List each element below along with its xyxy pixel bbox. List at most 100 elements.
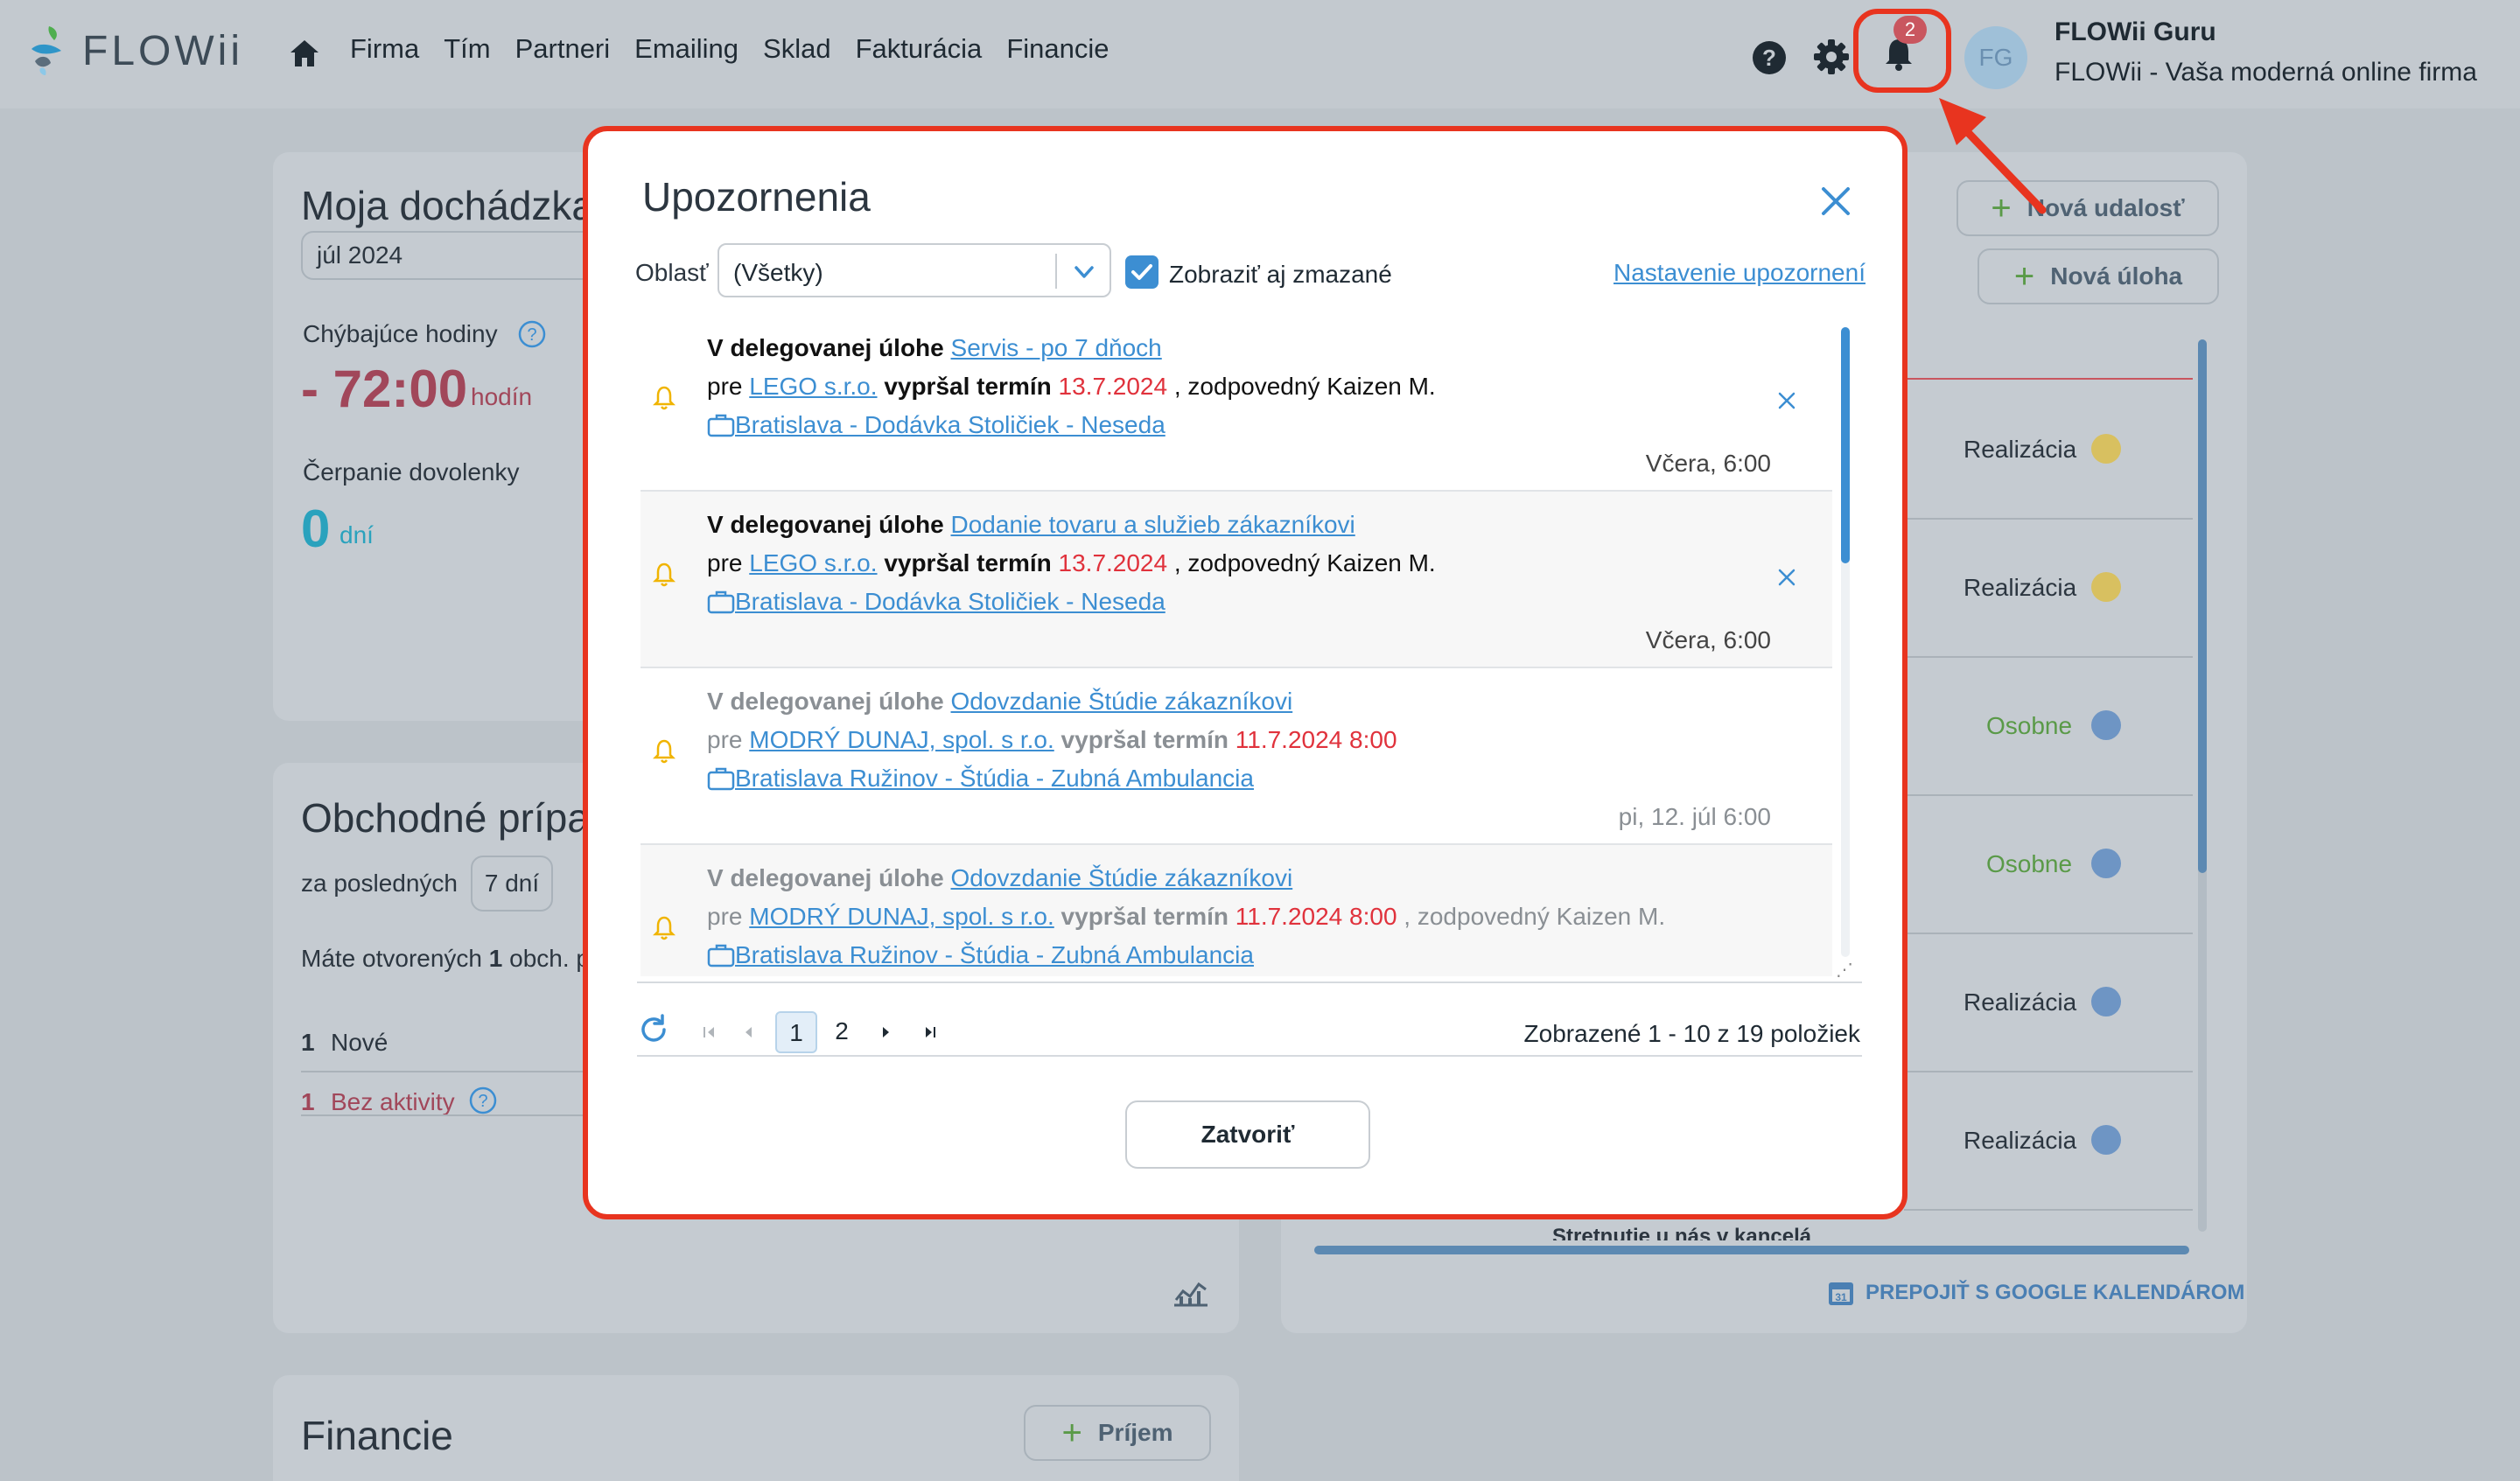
project-link[interactable]: Bratislava Ružinov - Štúdia - Zubná Ambu… — [735, 765, 1254, 793]
next-page-icon[interactable] — [880, 1023, 892, 1045]
notification-detail: pre MODRÝ DUNAJ, spol. s r.o. vypršal te… — [707, 726, 1397, 753]
notifications-scroll-thumb[interactable] — [1841, 327, 1850, 563]
project-link[interactable]: Bratislava - Dodávka Stoličiek - Neseda — [735, 588, 1166, 616]
dismiss-notification-icon[interactable] — [1774, 565, 1799, 594]
area-filter-select[interactable]: (Všetky) — [718, 243, 1111, 297]
select-separator — [1055, 254, 1057, 289]
page-1-button[interactable]: 1 — [775, 1011, 817, 1053]
divider — [1904, 933, 2193, 934]
notification-time: Včera, 6:00 — [1645, 626, 1771, 653]
deadline-date: 11.7.2024 8:00 — [1235, 903, 1397, 930]
project-link[interactable]: Bratislava - Dodávka Stoličiek - Neseda — [735, 411, 1166, 439]
play-status-icon — [2091, 572, 2121, 602]
user-name[interactable]: FLOWii Guru — [2054, 17, 2216, 47]
company-name[interactable]: FLOWii - Vaša moderná online firma — [2054, 58, 2477, 87]
previous-page-icon[interactable] — [742, 1023, 754, 1045]
task-status-6: Realizácia — [1964, 1127, 2077, 1154]
nav-item-sklad[interactable]: Sklad — [763, 33, 831, 65]
show-deleted-label[interactable]: Zobraziť aj zmazané — [1169, 261, 1392, 289]
divider — [1904, 518, 2193, 520]
first-page-icon[interactable] — [702, 1023, 718, 1045]
dismiss-notification-icon[interactable] — [1774, 388, 1799, 417]
open-cases-text: Máte otvorených 1 obch. p — [301, 945, 590, 972]
divider — [1904, 656, 2193, 658]
missing-hours-help-icon[interactable]: ? — [518, 320, 546, 353]
refresh-icon[interactable] — [637, 1013, 670, 1051]
task-status-1: Realizácia — [1964, 436, 2077, 463]
divider — [637, 982, 1862, 983]
notification-heading: V delegovanej úlohe Dodanie tovaru a slu… — [707, 511, 1355, 538]
divider — [637, 1055, 1862, 1057]
svg-text:?: ? — [478, 1092, 487, 1111]
vacation-unit: dní — [340, 521, 374, 548]
inactive-cases-label[interactable]: Bez aktivity — [331, 1088, 455, 1116]
plus-icon: + — [1061, 1414, 1082, 1452]
nav-item-emailing[interactable]: Emailing — [634, 33, 738, 65]
flowii-logo-mark — [26, 23, 70, 79]
vacation-label: Čerpanie dovolenky — [303, 458, 520, 486]
income-button[interactable]: + Príjem — [1024, 1405, 1211, 1461]
notifications-scrollbar[interactable] — [1841, 327, 1850, 957]
task-link[interactable]: Dodanie tovaru a služieb zákazníkovi — [951, 511, 1355, 538]
gear-icon[interactable] — [1813, 38, 1850, 80]
close-button[interactable]: Zatvoriť — [1125, 1100, 1370, 1169]
last-page-icon[interactable] — [922, 1023, 938, 1045]
avatar[interactable]: FG — [1964, 26, 2027, 89]
divider — [301, 1071, 590, 1072]
partner-link[interactable]: MODRÝ DUNAJ, spol. s r.o. — [749, 903, 1054, 930]
show-deleted-checkbox[interactable] — [1125, 255, 1158, 289]
project-row: Bratislava Ružinov - Štúdia - Zubná Ambu… — [707, 765, 1254, 793]
project-row: Bratislava - Dodávka Stoličiek - Neseda — [707, 588, 1166, 616]
page-2-button[interactable]: 2 — [821, 1011, 863, 1053]
hourglass-status-icon — [2091, 1125, 2121, 1155]
chart-icon[interactable] — [1172, 1275, 1209, 1311]
notifications-dialog: Upozornenia Oblasť (Všetky) Zobraziť aj … — [583, 126, 1908, 1219]
help-icon[interactable]: ? — [1752, 40, 1787, 80]
home-icon[interactable] — [289, 38, 320, 73]
nav-item-financie[interactable]: Financie — [1006, 33, 1109, 65]
task-link[interactable]: Servis - po 7 dňoch — [951, 334, 1162, 361]
area-filter-value: (Všetky) — [733, 259, 823, 286]
finance-title: Financie — [301, 1413, 453, 1458]
nav-item-partneri[interactable]: Partneri — [515, 33, 611, 65]
attendance-month-select[interactable]: júl 2024 — [301, 231, 616, 280]
nav-item-firma[interactable]: Firma — [350, 33, 419, 65]
flowii-logo[interactable]: FLOWii — [26, 23, 243, 79]
calendar-scrollbar[interactable] — [2198, 339, 2207, 1232]
new-task-button[interactable]: + Nová úloha — [1978, 248, 2219, 304]
bell-icon — [652, 915, 676, 946]
resize-grip-icon[interactable]: ⋰ — [1836, 959, 1853, 981]
partner-link[interactable]: LEGO s.r.o. — [749, 549, 877, 576]
area-filter-label: Oblasť — [635, 259, 709, 286]
task-link[interactable]: Odovzdanie Štúdie zákazníkovi — [951, 688, 1293, 715]
task-status-4: Osobne — [1986, 850, 2073, 877]
partner-link[interactable]: MODRÝ DUNAJ, spol. s r.o. — [749, 726, 1054, 753]
attendance-month-value: júl 2024 — [317, 241, 403, 269]
task-link[interactable]: Odovzdanie Štúdie zákazníkovi — [951, 864, 1293, 891]
pagination-info: Zobrazené 1 - 10 z 19 položiek — [1523, 1020, 1860, 1047]
svg-text:?: ? — [1762, 45, 1776, 71]
nav-item-tim[interactable]: Tím — [444, 33, 490, 65]
deadline-date: 13.7.2024 — [1058, 373, 1168, 400]
svg-text:?: ? — [527, 325, 536, 345]
play-status-icon — [2091, 434, 2121, 464]
nav-item-fakturacia[interactable]: Fakturácia — [856, 33, 983, 65]
project-link[interactable]: Bratislava Ružinov - Štúdia - Zubná Ambu… — [735, 941, 1254, 969]
calendar-icon: 31 — [1827, 1279, 1855, 1311]
calendar-horizontal-scrollbar[interactable] — [1314, 1246, 2189, 1254]
notification-detail: pre LEGO s.r.o. vypršal termín 13.7.2024… — [707, 549, 1436, 576]
close-icon[interactable] — [1818, 184, 1853, 219]
period-7-days-button[interactable]: 7 dní — [471, 856, 553, 912]
new-cases-label[interactable]: Nové — [331, 1029, 388, 1057]
missing-hours-value: - 72:00 — [301, 360, 468, 418]
notification-settings-link[interactable]: Nastavenie upozornení — [1614, 259, 1866, 287]
chevron-down-icon[interactable] — [1071, 259, 1097, 290]
notification-heading: V delegovanej úlohe Odovzdanie Štúdie zá… — [707, 688, 1293, 715]
calendar-scroll-thumb[interactable] — [2198, 339, 2207, 873]
partner-link[interactable]: LEGO s.r.o. — [749, 373, 877, 400]
income-button-label: Príjem — [1097, 1419, 1173, 1446]
notifications-list[interactable]: V delegovanej úlohe Servis - po 7 dňoch … — [640, 315, 1843, 976]
google-calendar-link[interactable]: PREPOJIŤ S GOOGLE KALENDÁROM — [1866, 1281, 2244, 1305]
divider — [1904, 794, 2193, 796]
divider — [301, 1114, 590, 1116]
